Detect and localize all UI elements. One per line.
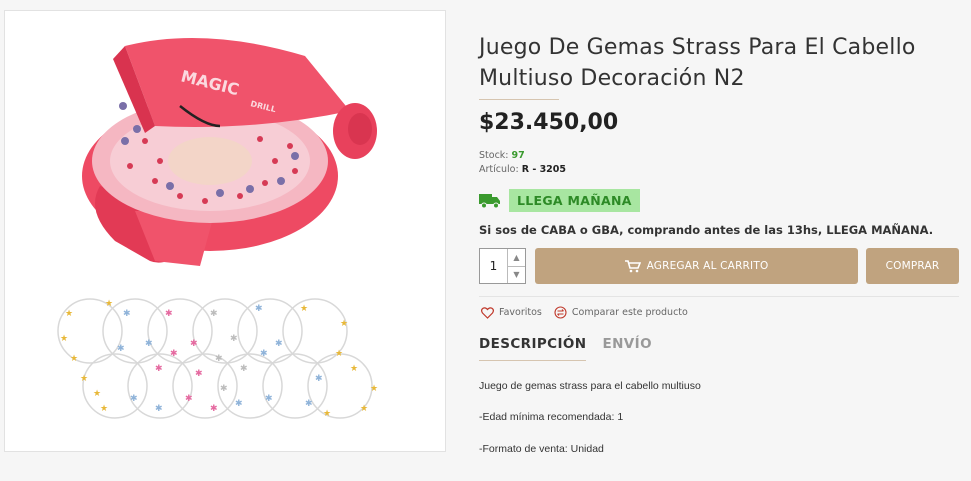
svg-text:✱: ✱ <box>190 339 198 349</box>
add-to-cart-label: AGREGAR AL CARRITO <box>646 260 769 272</box>
svg-text:✱: ✱ <box>165 309 173 319</box>
description-line: -Edad mínima recomendada: 1 <box>479 411 624 423</box>
quantity-stepper: ▲ ▼ <box>479 248 526 284</box>
svg-text:✱: ✱ <box>265 394 273 404</box>
svg-text:✱: ✱ <box>215 354 223 364</box>
svg-text:★: ★ <box>80 374 88 384</box>
svg-text:★: ★ <box>70 354 78 364</box>
compare-link[interactable]: Comparar este producto <box>554 306 688 319</box>
svg-text:✱: ✱ <box>185 394 193 404</box>
svg-text:★: ★ <box>100 404 108 414</box>
svg-text:✱: ✱ <box>145 339 153 349</box>
product-actions: Favoritos Comparar este producto <box>481 306 700 319</box>
add-to-cart-button[interactable]: AGREGAR AL CARRITO <box>535 248 858 284</box>
svg-text:✱: ✱ <box>130 394 138 404</box>
shipping-row: LLEGA MAÑANA <box>479 188 640 212</box>
svg-text:★: ★ <box>105 299 113 309</box>
svg-text:✱: ✱ <box>170 349 178 359</box>
svg-text:★: ★ <box>300 304 308 314</box>
svg-text:✱: ✱ <box>305 399 313 409</box>
stock-line: Stock: 97 <box>479 150 525 161</box>
product-title: Juego De Gemas Strass Para El Cabello Mu… <box>479 35 916 91</box>
svg-text:✱: ✱ <box>117 344 125 354</box>
truck-icon <box>479 194 500 209</box>
cart-icon <box>624 259 641 272</box>
svg-text:★: ★ <box>93 389 101 399</box>
product-image-panel[interactable]: MAGIC DRILL ★ ★ ★ ★ ★ ★ ★ ★ ★ ★ ★ ★ ★ ★ ✱ ✱ ✱ ✱ <box>4 10 446 452</box>
delivery-notice: Si sos de CABA o GBA, comprando antes de… <box>479 223 934 237</box>
svg-text:✱: ✱ <box>255 304 263 314</box>
svg-text:★: ★ <box>65 309 73 319</box>
quantity-increase-button[interactable]: ▲ <box>508 249 525 267</box>
quantity-steps: ▲ ▼ <box>507 249 525 283</box>
svg-text:✱: ✱ <box>155 364 163 374</box>
stock-label: Stock: <box>479 150 509 161</box>
svg-text:✱: ✱ <box>230 334 238 344</box>
quantity-input[interactable] <box>480 249 507 283</box>
svg-text:✱: ✱ <box>210 309 218 319</box>
compare-label: Comparar este producto <box>571 307 688 318</box>
article-label: Artículo: <box>479 164 519 175</box>
svg-text:✱: ✱ <box>210 404 218 414</box>
tab-shipping[interactable]: ENVÍO <box>602 336 651 361</box>
svg-text:★: ★ <box>60 334 68 344</box>
svg-text:★: ★ <box>340 319 348 329</box>
article-value: R - 3205 <box>521 164 567 175</box>
description-line: -Formato de venta: Unidad <box>479 443 604 455</box>
heart-icon <box>481 306 494 319</box>
compare-icon <box>554 306 567 319</box>
stock-value: 97 <box>511 150 525 161</box>
svg-text:✱: ✱ <box>260 349 268 359</box>
favorites-label: Favoritos <box>499 307 542 318</box>
description-line: Juego de gemas strass para el cabello mu… <box>479 380 701 392</box>
buy-label: COMPRAR <box>885 260 940 272</box>
svg-text:✱: ✱ <box>235 399 243 409</box>
tab-description[interactable]: DESCRIPCIÓN <box>479 336 587 361</box>
magic-drill-device: MAGIC DRILL <box>82 38 377 266</box>
svg-text:✱: ✱ <box>123 309 131 319</box>
product-price: $23.450,00 <box>479 110 619 135</box>
favorites-link[interactable]: Favoritos <box>481 306 542 319</box>
svg-text:★: ★ <box>360 404 368 414</box>
buy-button[interactable]: COMPRAR <box>866 248 959 284</box>
svg-text:✱: ✱ <box>155 404 163 414</box>
svg-text:★: ★ <box>335 349 343 359</box>
product-image: MAGIC DRILL ★★★ ★★★ ★★★ ★★★ ★★ ✱✱✱ ✱✱✱ ✱… <box>57 38 378 419</box>
title-divider <box>479 99 559 100</box>
svg-text:★: ★ <box>370 384 378 394</box>
actions-divider <box>479 296 959 297</box>
svg-text:✱: ✱ <box>240 364 248 374</box>
article-line: Artículo: R - 3205 <box>479 164 566 175</box>
product-tabs: DESCRIPCIÓN ENVÍO <box>479 336 668 361</box>
svg-text:★: ★ <box>323 409 331 419</box>
delivery-badge: LLEGA MAÑANA <box>509 188 640 212</box>
quantity-decrease-button[interactable]: ▼ <box>508 267 525 284</box>
svg-text:✱: ✱ <box>315 374 323 384</box>
svg-text:✱: ✱ <box>220 384 228 394</box>
svg-text:★: ★ <box>350 364 358 374</box>
svg-text:✱: ✱ <box>275 339 283 349</box>
svg-text:✱: ✱ <box>195 369 203 379</box>
